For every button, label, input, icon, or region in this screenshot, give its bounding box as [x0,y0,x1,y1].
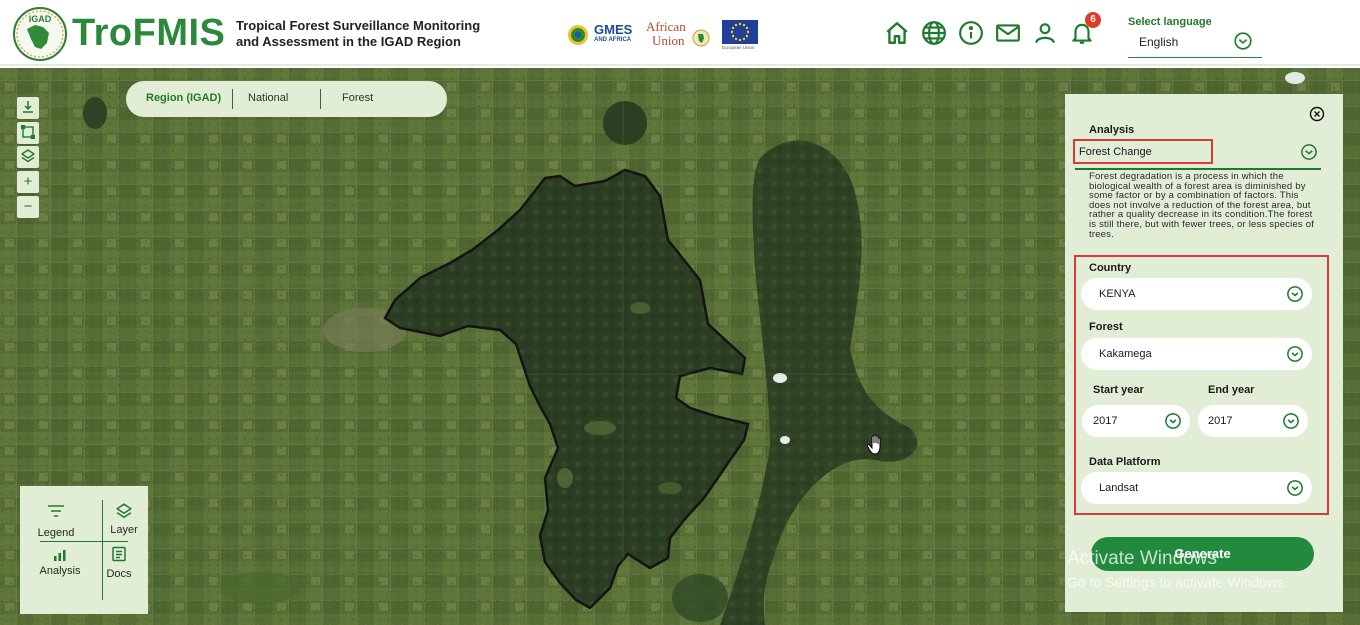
gmes-subtext: AND AFRICA [594,37,632,43]
tab-divider [232,89,233,109]
toolbox-divider [40,541,128,542]
zoom-out-icon[interactable]: − [17,196,39,218]
forest-select[interactable]: Kakamega [1081,338,1312,370]
map-toolbox: Legend Layer Analysis Docs [20,486,148,614]
country-value: KENYA [1099,288,1136,300]
close-icon[interactable] [1309,106,1325,122]
end-year-value: 2017 [1208,415,1233,427]
language-label: Select language [1128,16,1212,28]
legend-button[interactable]: Legend [34,504,78,539]
au-line2: Union [652,33,685,48]
chevron-down-icon [1232,30,1254,57]
tab-national[interactable]: National [248,92,288,104]
data-platform-label: Data Platform [1089,456,1161,468]
docs-button[interactable]: Docs [104,546,134,580]
layer-label: Layer [110,524,138,536]
zoom-in-icon[interactable]: + [17,171,39,193]
data-platform-select[interactable]: Landsat [1081,472,1312,504]
highlight-box [1073,139,1213,164]
country-label: Country [1089,262,1132,274]
legend-label: Legend [37,527,75,539]
download-icon[interactable] [17,97,39,119]
tab-forest[interactable]: Forest [342,92,373,104]
start-year-value: 2017 [1093,415,1118,427]
docs-icon [112,546,126,562]
app-brand-title: TroFMIS [72,12,226,54]
tab-divider [320,89,321,109]
layers-icon[interactable] [17,146,39,168]
user-icon[interactable] [1032,20,1058,46]
app-header: IGAD TroFMIS Tropical Forest Surveillanc… [0,0,1360,66]
globe-icon[interactable] [921,20,947,46]
region-tabs: Region (IGAD) National Forest [126,81,447,117]
african-union-logo: African Union [646,20,712,50]
notification-badge: 6 [1085,12,1101,28]
hand-cursor-icon [866,434,886,461]
draw-rectangle-icon[interactable] [17,122,39,144]
activation-watermark: Activate Windows Go to Settings to activ… [1067,548,1288,590]
forest-label: Forest [1089,321,1123,333]
start-year-label: Start year [1093,384,1144,396]
end-year-select[interactable]: 2017 [1198,405,1308,437]
analysis-panel: Analysis Forest Change Forest degradatio… [1065,94,1343,612]
gmes-africa-logo: GMES AND AFRICA [566,20,638,50]
language-select[interactable]: English [1128,28,1262,58]
legend-icon [48,505,64,517]
chevron-down-icon [1282,412,1300,435]
toolbox-divider [102,500,103,600]
layer-button[interactable]: Layer [104,503,144,536]
chevron-down-icon [1286,479,1304,502]
home-icon[interactable] [884,20,910,46]
chevron-down-icon [1286,345,1304,368]
end-year-label: End year [1208,384,1255,396]
analysis-button[interactable]: Analysis [38,548,82,577]
igad-logo[interactable]: IGAD [13,7,67,61]
start-year-select[interactable]: 2017 [1082,405,1190,437]
european-union-logo: European Union [722,20,760,50]
watermark-subtitle: Go to Settings to activate Windows. [1067,574,1288,590]
country-select[interactable]: KENYA [1081,278,1312,310]
chevron-down-icon [1286,285,1304,308]
app-tagline: Tropical Forest Surveillance Monitoring … [236,18,481,49]
info-icon[interactable] [958,20,984,46]
gmes-text: GMES [594,22,633,37]
tab-region-igad[interactable]: Region (IGAD) [146,92,221,104]
language-value: English [1139,35,1179,49]
eu-caption: European Union [722,45,755,50]
watermark-title: Activate Windows [1067,548,1217,569]
data-platform-value: Landsat [1099,482,1139,494]
layer-icon [116,503,132,519]
bar-chart-icon [54,550,66,561]
docs-label: Docs [106,568,132,580]
analysis-label: Analysis [1089,124,1135,136]
analysis-label: Analysis [39,565,81,577]
analysis-description: Forest degradation is a process in which… [1089,171,1315,240]
chevron-down-icon [1299,142,1319,167]
chevron-down-icon [1164,412,1182,435]
forest-value: Kakamega [1099,348,1152,360]
mail-icon[interactable] [995,20,1021,46]
